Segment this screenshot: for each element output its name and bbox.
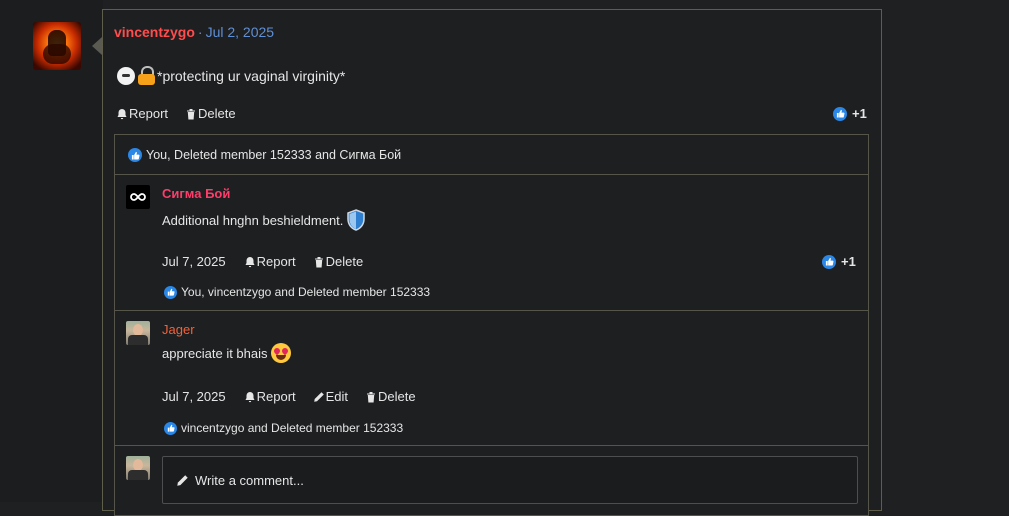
delete-label: Delete: [378, 389, 416, 404]
post-pointer-arrow: [92, 37, 102, 55]
post-delete-button[interactable]: Delete: [185, 106, 236, 121]
post-separator: ·: [197, 24, 203, 40]
comment: Сигма Бой Additional hnghn beshieldment.…: [115, 175, 868, 311]
post-reaction-count: +1: [852, 106, 867, 121]
comment-date[interactable]: Jul 7, 2025: [162, 254, 226, 269]
comment-report-button[interactable]: Report: [244, 389, 296, 404]
post-report-button[interactable]: Report: [116, 106, 168, 121]
heart-eyes-emoji-icon: [270, 343, 291, 363]
delete-label: Delete: [325, 254, 364, 269]
post-reactions-list[interactable]: You, Deleted member 152333 and Сигма Бой: [114, 134, 869, 175]
like-icon: [164, 285, 177, 299]
like-icon: [833, 106, 847, 121]
comment-text: Additional hnghn beshieldment.: [162, 212, 344, 228]
post-author-avatar[interactable]: [33, 22, 81, 70]
pencil-icon: [177, 474, 188, 486]
comment: Jager appreciate it bhais Jul 7, 2025 Re…: [115, 311, 868, 446]
comment-input-placeholder: Write a comment...: [195, 472, 304, 488]
write-comment-row: Write a comment...: [115, 446, 868, 516]
post-body-text: *protecting ur vaginal virginity*: [157, 67, 346, 84]
comment-edit-button[interactable]: Edit: [313, 389, 348, 404]
infinity-icon: [130, 193, 146, 201]
trash-icon: [314, 256, 323, 267]
report-label: Report: [256, 254, 296, 269]
post-username[interactable]: vincentzygo: [114, 24, 195, 40]
current-user-avatar: [126, 456, 150, 480]
bell-icon: [245, 391, 255, 402]
comment-actions: Jul 7, 2025 Report Edit Delete: [162, 389, 433, 404]
post-actions: Report Delete: [116, 106, 253, 121]
comment-input[interactable]: Write a comment...: [162, 456, 858, 504]
like-icon: [164, 421, 177, 435]
report-label: Report: [129, 106, 169, 121]
post-date[interactable]: Jul 2, 2025: [206, 24, 275, 40]
shield-icon: [347, 209, 366, 231]
post-reactions-text: You, Deleted member 152333 and Сигма Бой: [146, 148, 402, 162]
delete-label: Delete: [198, 106, 236, 121]
report-label: Report: [256, 389, 296, 404]
comment-reactions-text: You, vincentzygo and Deleted member 1523…: [181, 285, 431, 299]
comment-reaction-count: +1: [841, 254, 856, 269]
comment-delete-button[interactable]: Delete: [313, 254, 364, 269]
trash-icon: [367, 391, 376, 402]
post-header: vincentzygo · Jul 2, 2025: [114, 24, 274, 40]
comment-delete-button[interactable]: Delete: [365, 389, 416, 404]
lock-emoji-icon: [138, 66, 155, 85]
comment-body: Additional hnghn beshieldment.: [162, 209, 366, 231]
left-gutter: [0, 0, 103, 502]
comment-username[interactable]: Сигма Бой: [162, 186, 230, 201]
comment-reactions-text: vincentzygo and Deleted member 152333: [181, 421, 404, 435]
like-icon: [128, 148, 142, 162]
comment-username[interactable]: Jager: [162, 322, 195, 337]
comment-reaction-summary[interactable]: +1: [822, 254, 856, 269]
comment-actions: Jul 7, 2025 Report Delete: [162, 254, 380, 269]
comment-reactions-list[interactable]: You, vincentzygo and Deleted member 1523…: [164, 285, 430, 299]
comments-section: Сигма Бой Additional hnghn beshieldment.…: [114, 174, 869, 516]
commenter-avatar[interactable]: [126, 185, 150, 209]
comment-date[interactable]: Jul 7, 2025: [162, 389, 226, 404]
bell-icon: [117, 108, 127, 119]
comment-body: appreciate it bhais: [162, 343, 291, 363]
comment-text: appreciate it bhais: [162, 345, 268, 361]
trash-icon: [187, 108, 196, 119]
face-emoji-icon: [117, 66, 135, 85]
comment-report-button[interactable]: Report: [244, 254, 296, 269]
post-reaction-summary[interactable]: +1: [833, 106, 867, 121]
like-icon: [822, 254, 836, 269]
pencil-icon: [313, 391, 324, 402]
bell-icon: [245, 256, 255, 267]
edit-label: Edit: [325, 389, 349, 404]
comment-reactions-list[interactable]: vincentzygo and Deleted member 152333: [164, 421, 403, 435]
commenter-avatar[interactable]: [126, 321, 150, 345]
post-body: *protecting ur vaginal virginity*: [117, 66, 345, 85]
